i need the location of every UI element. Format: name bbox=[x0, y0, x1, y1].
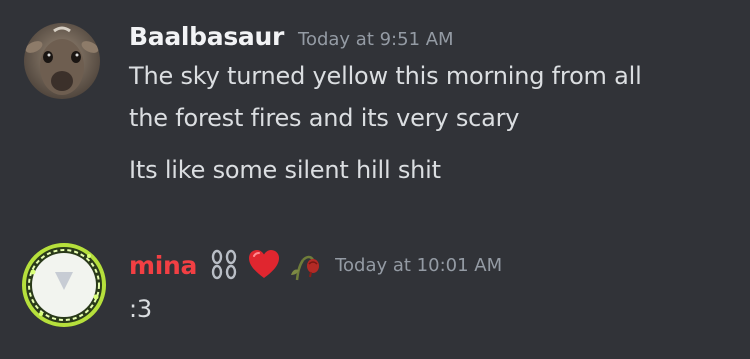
username[interactable]: Baalbasaur bbox=[129, 22, 284, 51]
avatar[interactable] bbox=[24, 23, 100, 99]
username[interactable]: mina bbox=[129, 251, 197, 280]
avatar[interactable] bbox=[21, 242, 107, 328]
message-text-line: :3 bbox=[129, 295, 152, 323]
chain-icon bbox=[207, 248, 241, 282]
wilted-rose-icon bbox=[287, 248, 321, 282]
message-header: mina Today at 10:01 AM bbox=[129, 248, 502, 282]
message-text-line: Its like some silent hill shit bbox=[129, 156, 441, 184]
message-group-baalbasaur: Baalbasaur Today at 9:51 AM The sky turn… bbox=[0, 0, 750, 210]
red-heart-icon bbox=[247, 248, 281, 282]
deer-face-avatar bbox=[24, 23, 100, 99]
message-text-line: The sky turned yellow this morning from … bbox=[129, 62, 642, 90]
message-text-line: the forest fires and its very scary bbox=[129, 104, 520, 132]
timestamp[interactable]: Today at 9:51 AM bbox=[298, 29, 454, 50]
message-group-mina: mina Today at 10:01 AM:3 bbox=[0, 210, 750, 359]
timestamp[interactable]: Today at 10:01 AM bbox=[335, 255, 502, 276]
message-header: Baalbasaur Today at 9:51 AM bbox=[129, 22, 454, 51]
green-ring-avatar bbox=[22, 243, 106, 327]
